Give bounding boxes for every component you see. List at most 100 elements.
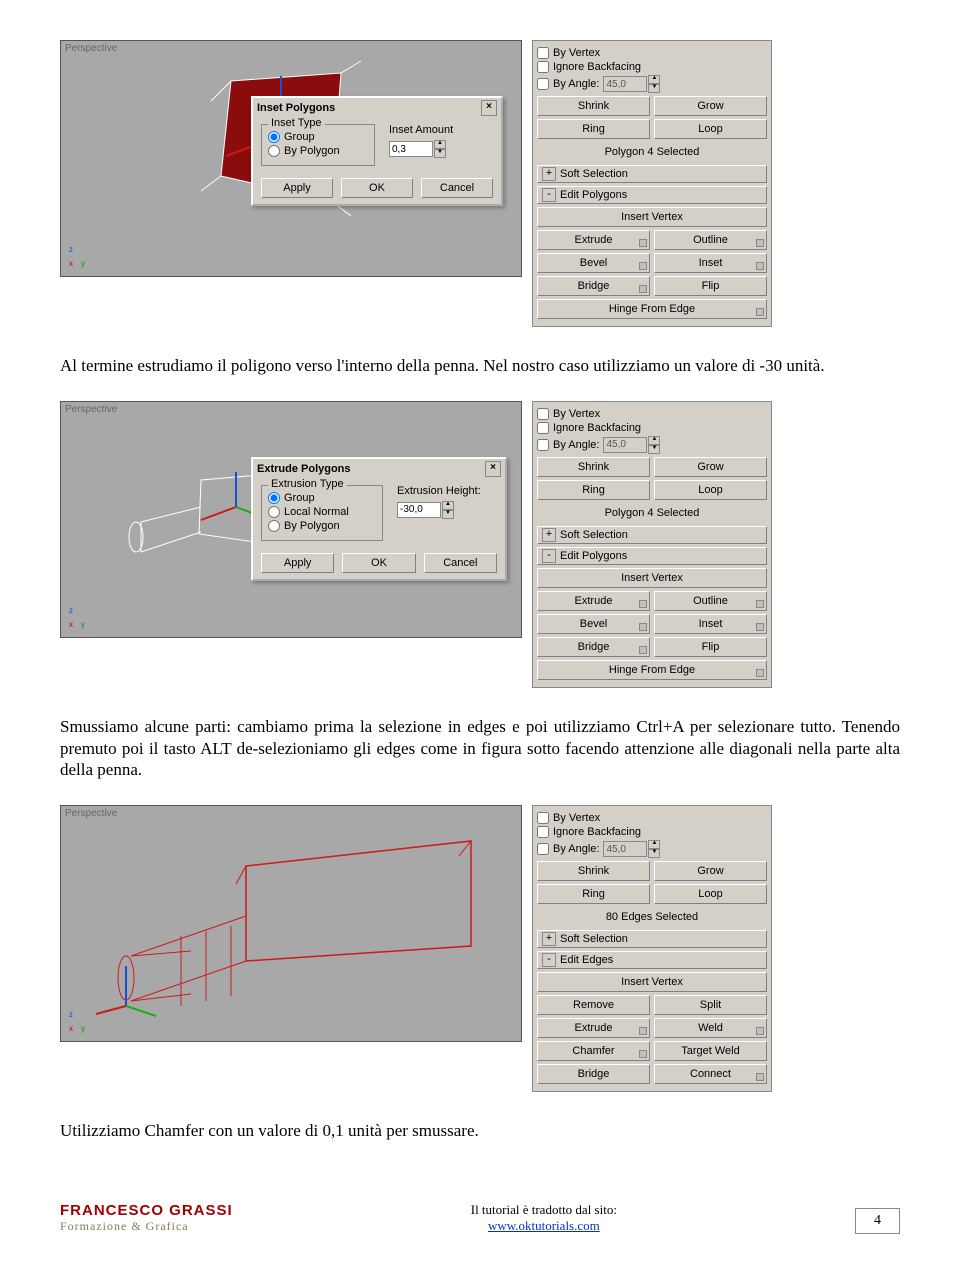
apply-button[interactable]: Apply (261, 178, 333, 198)
brand-name: FRANCESCO GRASSI (60, 1202, 233, 1219)
settings-icon[interactable] (639, 646, 647, 654)
cancel-button[interactable]: Cancel (424, 553, 497, 573)
loop-button[interactable]: Loop (654, 480, 767, 500)
settings-icon[interactable] (639, 285, 647, 293)
chamfer-button[interactable]: Chamfer (537, 1041, 650, 1061)
hinge-button[interactable]: Hinge From Edge (537, 660, 767, 680)
bridge-button[interactable]: Bridge (537, 1064, 650, 1084)
settings-icon[interactable] (756, 308, 764, 316)
loop-button[interactable]: Loop (654, 119, 767, 139)
brand-subtitle: Formazione & Grafica (60, 1219, 233, 1234)
settings-icon[interactable] (756, 600, 764, 608)
settings-icon[interactable] (756, 1073, 764, 1081)
by-vertex-checkbox[interactable]: By Vertex (537, 47, 767, 59)
bridge-button[interactable]: Bridge (537, 637, 650, 657)
extrusion-height-label: Extrusion Height: (397, 485, 481, 497)
bridge-button[interactable]: Bridge (537, 276, 650, 296)
settings-icon[interactable] (756, 669, 764, 677)
close-icon[interactable]: × (481, 100, 497, 116)
inset-amount-spinner[interactable]: ▲▼ (389, 140, 446, 158)
grow-button[interactable]: Grow (654, 457, 767, 477)
cancel-button[interactable]: Cancel (421, 178, 493, 198)
bevel-button[interactable]: Bevel (537, 614, 650, 634)
selection-status: 80 Edges Selected (537, 907, 767, 927)
figure-3: Perspective default zyx By Vertex Ignore… (60, 805, 900, 1092)
loop-button[interactable]: Loop (654, 884, 767, 904)
extrude-button[interactable]: Extrude (537, 591, 650, 611)
ok-button[interactable]: OK (341, 178, 413, 198)
outline-button[interactable]: Outline (654, 230, 767, 250)
flip-button[interactable]: Flip (654, 276, 767, 296)
ring-button[interactable]: Ring (537, 480, 650, 500)
soft-selection-rollout[interactable]: +Soft Selection (537, 930, 767, 948)
ignore-backfacing-checkbox[interactable]: Ignore Backfacing (537, 61, 767, 73)
viewport-perspective-1: Perspective zyx Inset Polygons × Inset T… (60, 40, 522, 277)
inset-polygons-dialog: Inset Polygons × Inset Type Group By Pol… (251, 96, 503, 206)
edit-polygons-rollout[interactable]: -Edit Polygons (537, 547, 767, 565)
viewport-label: Perspective (65, 43, 117, 54)
extrude-button[interactable]: Extrude (537, 1018, 650, 1038)
extrusion-height-spinner[interactable]: ▲▼ (397, 501, 454, 519)
selection-status: Polygon 4 Selected (537, 503, 767, 523)
flip-button[interactable]: Flip (654, 637, 767, 657)
extrude-button[interactable]: Extrude (537, 230, 650, 250)
grow-button[interactable]: Grow (654, 861, 767, 881)
by-angle-checkbox[interactable]: By Angle: ▲▼ (537, 75, 767, 93)
split-button[interactable]: Split (654, 995, 767, 1015)
soft-selection-rollout[interactable]: +Soft Selection (537, 165, 767, 183)
connect-button[interactable]: Connect (654, 1064, 767, 1084)
ring-button[interactable]: Ring (537, 119, 650, 139)
insert-vertex-button[interactable]: Insert Vertex (537, 568, 767, 588)
outline-button[interactable]: Outline (654, 591, 767, 611)
settings-icon[interactable] (639, 1050, 647, 1058)
settings-icon[interactable] (639, 600, 647, 608)
page-footer: FRANCESCO GRASSI Formazione & Grafica Il… (60, 1202, 900, 1234)
settings-icon[interactable] (639, 623, 647, 631)
settings-icon[interactable] (639, 1027, 647, 1035)
credit-link[interactable]: www.oktutorials.com (488, 1218, 600, 1233)
by-angle-checkbox[interactable]: By Angle: ▲▼ (537, 436, 767, 454)
ext-type-bypoly-radio[interactable]: By Polygon (268, 520, 376, 532)
ring-button[interactable]: Ring (537, 884, 650, 904)
modify-panel-1: By Vertex Ignore Backfacing By Angle: ▲▼… (532, 40, 772, 327)
soft-selection-rollout[interactable]: +Soft Selection (537, 526, 767, 544)
hinge-button[interactable]: Hinge From Edge (537, 299, 767, 319)
inset-amount-label: Inset Amount (389, 124, 453, 136)
inset-type-group-radio[interactable]: Group (268, 131, 368, 143)
grow-button[interactable]: Grow (654, 96, 767, 116)
edit-edges-rollout[interactable]: -Edit Edges (537, 951, 767, 969)
viewport-label: Perspective (65, 808, 117, 819)
settings-icon[interactable] (756, 239, 764, 247)
modify-panel-3: By Vertex Ignore Backfacing By Angle: ▲▼… (532, 805, 772, 1092)
paragraph-3: Utilizziamo Chamfer con un valore di 0,1… (60, 1120, 900, 1142)
target-weld-button[interactable]: Target Weld (654, 1041, 767, 1061)
inset-button[interactable]: Inset (654, 614, 767, 634)
inset-button[interactable]: Inset (654, 253, 767, 273)
remove-button[interactable]: Remove (537, 995, 650, 1015)
settings-icon[interactable] (756, 1027, 764, 1035)
close-icon[interactable]: × (485, 461, 501, 477)
shrink-button[interactable]: Shrink (537, 861, 650, 881)
weld-button[interactable]: Weld (654, 1018, 767, 1038)
settings-icon[interactable] (756, 623, 764, 631)
extrusion-type-legend: Extrusion Type (268, 478, 347, 490)
by-vertex-checkbox[interactable]: By Vertex (537, 812, 767, 824)
insert-vertex-button[interactable]: Insert Vertex (537, 972, 767, 992)
settings-icon[interactable] (756, 262, 764, 270)
ignore-backfacing-checkbox[interactable]: Ignore Backfacing (537, 422, 767, 434)
by-angle-checkbox[interactable]: By Angle: ▲▼ (537, 840, 767, 858)
settings-icon[interactable] (639, 262, 647, 270)
settings-icon[interactable] (639, 239, 647, 247)
ignore-backfacing-checkbox[interactable]: Ignore Backfacing (537, 826, 767, 838)
edit-polygons-rollout[interactable]: -Edit Polygons (537, 186, 767, 204)
shrink-button[interactable]: Shrink (537, 457, 650, 477)
apply-button[interactable]: Apply (261, 553, 334, 573)
by-vertex-checkbox[interactable]: By Vertex (537, 408, 767, 420)
insert-vertex-button[interactable]: Insert Vertex (537, 207, 767, 227)
bevel-button[interactable]: Bevel (537, 253, 650, 273)
ok-button[interactable]: OK (342, 553, 415, 573)
inset-type-bypoly-radio[interactable]: By Polygon (268, 145, 368, 157)
ext-type-localnormal-radio[interactable]: Local Normal (268, 506, 376, 518)
ext-type-group-radio[interactable]: Group (268, 492, 376, 504)
shrink-button[interactable]: Shrink (537, 96, 650, 116)
